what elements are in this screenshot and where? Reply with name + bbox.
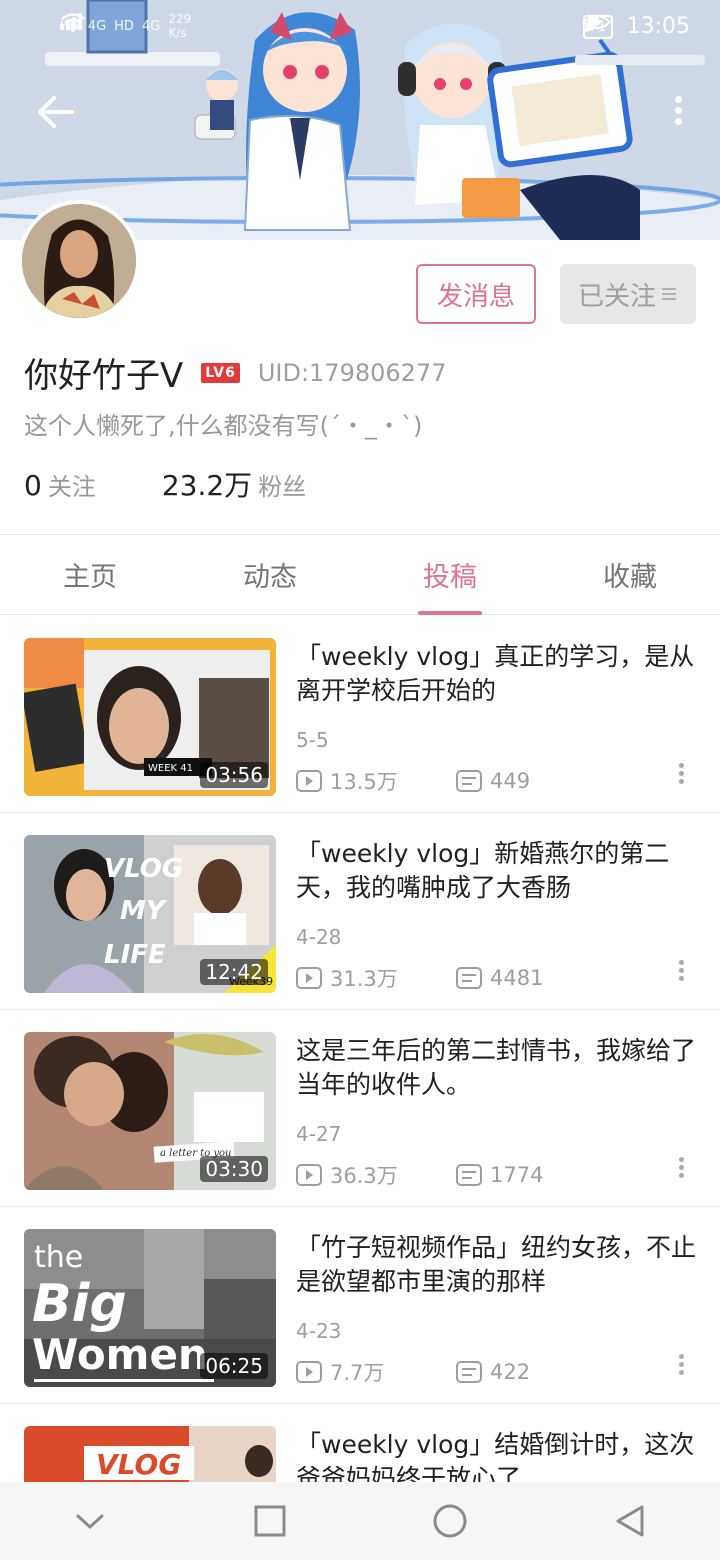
- tab-dynamics[interactable]: 动态: [180, 535, 360, 614]
- bio: 这个人懒死了,什么都没有写(´・_・`): [24, 412, 423, 440]
- video-date: 5-5: [296, 728, 329, 752]
- thumbnail-image: VLOG: [24, 1426, 276, 1482]
- tab-favorites[interactable]: 收藏: [540, 535, 720, 614]
- video-duration: 03:56: [200, 762, 268, 788]
- net-speed: 229: [168, 12, 192, 26]
- thumbnail-caption: LIFE: [104, 940, 166, 970]
- danmaku-count: 1774: [490, 1163, 544, 1187]
- view-count: 13.5万: [330, 770, 398, 794]
- video-thumbnail[interactable]: the Big Women 06:25: [24, 1229, 276, 1387]
- following-count[interactable]: 0: [24, 469, 42, 502]
- danmaku-count: 449: [490, 769, 531, 793]
- danmaku-icon: [456, 1361, 482, 1383]
- level-badge: LV6: [201, 362, 240, 383]
- profile-tabs: 主页 动态 投稿 收藏: [0, 535, 720, 615]
- thumbnail-caption: MY: [120, 896, 168, 926]
- video-title[interactable]: 「weekly vlog」结婚倒计时，这次爸爸妈妈终于放心了: [296, 1428, 696, 1482]
- following-button[interactable]: 已关注: [560, 264, 696, 324]
- video-date: 4-23: [296, 1319, 342, 1343]
- followers-count[interactable]: 23.2万: [162, 464, 252, 504]
- danmaku-icon: [456, 967, 482, 989]
- arrow-left-icon: [38, 96, 74, 128]
- status-system: 71 13:05: [582, 14, 690, 39]
- video-thumbnail[interactable]: WEEK 41 03:56: [24, 638, 276, 796]
- more-vertical-icon[interactable]: [666, 92, 690, 136]
- username: 你好竹子V: [24, 356, 184, 396]
- following-label: 已关注: [577, 281, 656, 312]
- video-duration: 06:25: [200, 1353, 268, 1379]
- video-meta: 7.7万 422: [296, 1357, 530, 1387]
- video-item[interactable]: WEEK 41 03:56 「weekly vlog」真正的学习，是从离开学校后…: [0, 616, 720, 813]
- back-button[interactable]: [36, 92, 80, 136]
- view-count: 31.3万: [330, 967, 398, 991]
- video-title[interactable]: 这是三年后的第二封情书，我嫁给了当年的收件人。: [296, 1034, 696, 1102]
- thumbnail-caption: Women: [32, 1330, 208, 1379]
- danmaku-icon: [456, 1164, 482, 1186]
- video-more-icon[interactable]: [676, 1154, 686, 1184]
- uid-label: UID:179806277: [257, 358, 447, 387]
- username-row: 你好竹子V LV6 UID:179806277: [24, 348, 446, 397]
- danmaku-count: 422: [490, 1360, 531, 1384]
- video-title[interactable]: 「weekly vlog」真正的学习，是从离开学校后开始的: [296, 640, 696, 708]
- video-title[interactable]: 「竹子短视频作品」纽约女孩，不止是欲望都市里演的那样: [296, 1231, 696, 1299]
- net-speed-unit: K/s: [168, 26, 187, 40]
- network-label: 4G: [87, 18, 107, 34]
- video-list: WEEK 41 03:56 「weekly vlog」真正的学习，是从离开学校后…: [0, 616, 720, 1482]
- video-date: 4-28: [296, 925, 342, 949]
- video-more-icon[interactable]: [676, 1351, 686, 1381]
- tab-home[interactable]: 主页: [0, 535, 180, 614]
- play-count-icon: [296, 770, 322, 792]
- tab-uploads[interactable]: 投稿: [360, 535, 540, 615]
- play-count-icon: [296, 967, 322, 989]
- send-message-button[interactable]: 发消息: [416, 264, 536, 324]
- following-label[interactable]: 关注: [48, 467, 96, 502]
- video-item[interactable]: the Big Women 06:25 「竹子短视频作品」纽约女孩，不止是欲望都…: [0, 1207, 720, 1404]
- chevron-down-icon[interactable]: [60, 1491, 120, 1551]
- avatar[interactable]: [18, 200, 140, 322]
- video-item[interactable]: VLOG 「weekly vlog」结婚倒计时，这次爸爸妈妈终于放心了: [0, 1404, 720, 1482]
- video-thumbnail[interactable]: VLOG: [24, 1426, 276, 1482]
- thumbnail-caption: WEEK 41: [148, 763, 193, 774]
- status-bar: HD 4G HD 4G 229 K/s: [0, 0, 720, 56]
- video-thumbnail[interactable]: a letter to you 03:30: [24, 1032, 276, 1190]
- triangle-back-icon[interactable]: [600, 1491, 660, 1551]
- thumbnail-caption: the: [34, 1240, 83, 1275]
- danmaku-count: 4481: [490, 966, 544, 990]
- menu-icon: [662, 288, 676, 300]
- video-more-icon[interactable]: [676, 760, 686, 790]
- video-more-icon[interactable]: [676, 957, 686, 987]
- thumbnail-caption: VLOG: [96, 1448, 181, 1481]
- network-label: HD: [114, 18, 134, 34]
- status-network: HD 4G HD 4G 229 K/s: [60, 12, 191, 40]
- video-meta: 31.3万 4481: [296, 963, 543, 993]
- danmaku-icon: [456, 770, 482, 792]
- circle-icon[interactable]: [420, 1491, 480, 1551]
- square-icon[interactable]: [240, 1491, 300, 1551]
- video-meta: 13.5万 449: [296, 766, 530, 796]
- play-count-icon: [296, 1164, 322, 1186]
- followers-label[interactable]: 粉丝: [258, 467, 306, 502]
- view-count: 7.7万: [330, 1361, 385, 1385]
- thumbnail-caption: VLOG: [104, 854, 183, 884]
- video-date: 4-27: [296, 1122, 342, 1146]
- leaf-icon: [584, 16, 599, 32]
- network-label: 4G: [141, 18, 161, 34]
- clock: 13:05: [626, 14, 690, 39]
- avatar-photo: [22, 204, 136, 318]
- profile-banner: HD 4G HD 4G 229 K/s: [0, 0, 720, 240]
- view-count: 36.3万: [330, 1164, 398, 1188]
- profile-stats: 0 关注 23.2万 粉丝: [24, 464, 306, 504]
- video-duration: 12:42: [200, 959, 268, 985]
- video-item[interactable]: VLOG MY LIFE Week39 12:42 「weekly vlog」新…: [0, 813, 720, 1010]
- video-title[interactable]: 「weekly vlog」新婚燕尔的第二天，我的嘴肿成了大香肠: [296, 837, 696, 905]
- video-thumbnail[interactable]: VLOG MY LIFE Week39 12:42: [24, 835, 276, 993]
- play-count-icon: [296, 1361, 322, 1383]
- video-meta: 36.3万 1774: [296, 1160, 543, 1190]
- thumbnail-caption: Big: [32, 1274, 127, 1334]
- video-item[interactable]: a letter to you 03:30 这是三年后的第二封情书，我嫁给了当年…: [0, 1010, 720, 1207]
- video-duration: 03:30: [200, 1156, 268, 1182]
- wifi-icon: [61, 13, 85, 32]
- system-navbar: [0, 1482, 720, 1560]
